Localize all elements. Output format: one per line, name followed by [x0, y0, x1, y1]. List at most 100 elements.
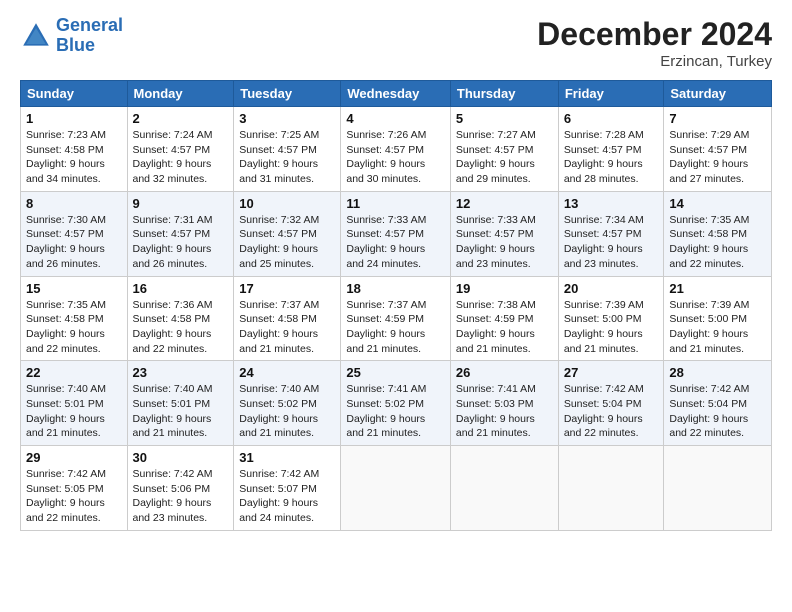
- day-cell: 5Sunrise: 7:27 AMSunset: 4:57 PMDaylight…: [450, 107, 558, 192]
- day-info: Sunrise: 7:42 AMSunset: 5:06 PMDaylight:…: [133, 467, 229, 526]
- day-info: Sunrise: 7:37 AMSunset: 4:58 PMDaylight:…: [239, 298, 335, 357]
- day-info: Sunrise: 7:26 AMSunset: 4:57 PMDaylight:…: [346, 128, 445, 187]
- day-info: Sunrise: 7:23 AMSunset: 4:58 PMDaylight:…: [26, 128, 122, 187]
- day-cell: 2 Sunrise: 7:24 AMSunset: 4:57 PMDaylight…: [127, 107, 234, 192]
- day-cell: 30Sunrise: 7:42 AMSunset: 5:06 PMDayligh…: [127, 446, 234, 531]
- month-title: December 2024: [537, 16, 772, 53]
- day-cell: 19 Sunrise: 7:38 AMSunset: 4:59 PMDayligh…: [450, 276, 558, 361]
- day-number: 9: [133, 196, 229, 211]
- day-cell: 31Sunrise: 7:42 AMSunset: 5:07 PMDayligh…: [234, 446, 341, 531]
- day-cell: 23Sunrise: 7:40 AMSunset: 5:01 PMDayligh…: [127, 361, 234, 446]
- day-cell: 4 Sunrise: 7:26 AMSunset: 4:57 PMDaylight…: [341, 107, 451, 192]
- day-info: Sunrise: 7:33 AMSunset: 4:57 PMDaylight:…: [346, 213, 445, 272]
- day-cell: 11 Sunrise: 7:33 AMSunset: 4:57 PMDayligh…: [341, 191, 451, 276]
- col-header-thursday: Thursday: [450, 81, 558, 107]
- day-cell: 20Sunrise: 7:39 AMSunset: 5:00 PMDayligh…: [558, 276, 664, 361]
- day-cell: 7Sunrise: 7:29 AMSunset: 4:57 PMDaylight…: [664, 107, 772, 192]
- day-cell: 26 Sunrise: 7:41 AMSunset: 5:03 PMDayligh…: [450, 361, 558, 446]
- day-info: Sunrise: 7:36 AMSunset: 4:58 PMDaylight:…: [133, 298, 229, 357]
- day-info: Sunrise: 7:41 AMSunset: 5:03 PMDaylight:…: [456, 382, 553, 441]
- day-number: 31: [239, 450, 335, 465]
- day-number: 2: [133, 111, 229, 126]
- day-number: 7: [669, 111, 766, 126]
- day-number: 19: [456, 281, 553, 296]
- logo-icon: [20, 20, 52, 52]
- col-header-monday: Monday: [127, 81, 234, 107]
- day-cell: 9 Sunrise: 7:31 AMSunset: 4:57 PMDaylight…: [127, 191, 234, 276]
- day-number: 4: [346, 111, 445, 126]
- day-cell: 21 Sunrise: 7:39 AMSunset: 5:00 PMDayligh…: [664, 276, 772, 361]
- week-row-2: 8Sunrise: 7:30 AMSunset: 4:57 PMDaylight…: [21, 191, 772, 276]
- day-info: Sunrise: 7:35 AMSunset: 4:58 PMDaylight:…: [26, 298, 122, 357]
- day-cell: 18 Sunrise: 7:37 AMSunset: 4:59 PMDayligh…: [341, 276, 451, 361]
- day-number: 26: [456, 365, 553, 380]
- day-cell: 6 Sunrise: 7:28 AMSunset: 4:57 PMDaylight…: [558, 107, 664, 192]
- day-number: 5: [456, 111, 553, 126]
- day-info: Sunrise: 7:40 AMSunset: 5:01 PMDaylight:…: [133, 382, 229, 441]
- day-number: 11: [346, 196, 445, 211]
- week-row-4: 22Sunrise: 7:40 AMSunset: 5:01 PMDayligh…: [21, 361, 772, 446]
- day-info: Sunrise: 7:33 AMSunset: 4:57 PMDaylight:…: [456, 213, 553, 272]
- day-info: Sunrise: 7:38 AMSunset: 4:59 PMDaylight:…: [456, 298, 553, 357]
- day-cell: 13 Sunrise: 7:34 AMSunset: 4:57 PMDayligh…: [558, 191, 664, 276]
- day-number: 18: [346, 281, 445, 296]
- day-cell: [558, 446, 664, 531]
- col-header-friday: Friday: [558, 81, 664, 107]
- day-number: 21: [669, 281, 766, 296]
- col-header-tuesday: Tuesday: [234, 81, 341, 107]
- day-number: 24: [239, 365, 335, 380]
- logo: General Blue: [20, 16, 123, 56]
- day-info: Sunrise: 7:25 AMSunset: 4:57 PMDaylight:…: [239, 128, 335, 187]
- day-info: Sunrise: 7:42 AMSunset: 5:05 PMDaylight:…: [26, 467, 122, 526]
- day-number: 14: [669, 196, 766, 211]
- day-cell: 14 Sunrise: 7:35 AMSunset: 4:58 PMDayligh…: [664, 191, 772, 276]
- day-cell: 17 Sunrise: 7:37 AMSunset: 4:58 PMDayligh…: [234, 276, 341, 361]
- day-info: Sunrise: 7:40 AMSunset: 5:02 PMDaylight:…: [239, 382, 335, 441]
- day-number: 20: [564, 281, 659, 296]
- day-cell: 12 Sunrise: 7:33 AMSunset: 4:57 PMDayligh…: [450, 191, 558, 276]
- day-number: 12: [456, 196, 553, 211]
- day-number: 29: [26, 450, 122, 465]
- day-cell: [341, 446, 451, 531]
- day-info: Sunrise: 7:39 AMSunset: 5:00 PMDaylight:…: [669, 298, 766, 357]
- day-cell: 15 Sunrise: 7:35 AMSunset: 4:58 PMDayligh…: [21, 276, 128, 361]
- day-info: Sunrise: 7:37 AMSunset: 4:59 PMDaylight:…: [346, 298, 445, 357]
- day-info: Sunrise: 7:34 AMSunset: 4:57 PMDaylight:…: [564, 213, 659, 272]
- day-number: 13: [564, 196, 659, 211]
- week-row-3: 15 Sunrise: 7:35 AMSunset: 4:58 PMDayligh…: [21, 276, 772, 361]
- day-info: Sunrise: 7:31 AMSunset: 4:57 PMDaylight:…: [133, 213, 229, 272]
- day-number: 10: [239, 196, 335, 211]
- day-info: Sunrise: 7:24 AMSunset: 4:57 PMDaylight:…: [133, 128, 229, 187]
- day-info: Sunrise: 7:28 AMSunset: 4:57 PMDaylight:…: [564, 128, 659, 187]
- calendar-header-row: SundayMondayTuesdayWednesdayThursdayFrid…: [21, 81, 772, 107]
- logo-line2: Blue: [56, 35, 95, 55]
- day-cell: 22Sunrise: 7:40 AMSunset: 5:01 PMDayligh…: [21, 361, 128, 446]
- title-area: December 2024 Erzincan, Turkey: [537, 16, 772, 70]
- day-info: Sunrise: 7:35 AMSunset: 4:58 PMDaylight:…: [669, 213, 766, 272]
- calendar-table: SundayMondayTuesdayWednesdayThursdayFrid…: [20, 80, 772, 531]
- day-cell: 25Sunrise: 7:41 AMSunset: 5:02 PMDayligh…: [341, 361, 451, 446]
- day-number: 25: [346, 365, 445, 380]
- day-cell: 24 Sunrise: 7:40 AMSunset: 5:02 PMDayligh…: [234, 361, 341, 446]
- day-cell: 1Sunrise: 7:23 AMSunset: 4:58 PMDaylight…: [21, 107, 128, 192]
- day-cell: 8Sunrise: 7:30 AMSunset: 4:57 PMDaylight…: [21, 191, 128, 276]
- day-cell: 29 Sunrise: 7:42 AMSunset: 5:05 PMDayligh…: [21, 446, 128, 531]
- day-number: 27: [564, 365, 659, 380]
- day-cell: 10 Sunrise: 7:32 AMSunset: 4:57 PMDayligh…: [234, 191, 341, 276]
- week-row-1: 1Sunrise: 7:23 AMSunset: 4:58 PMDaylight…: [21, 107, 772, 192]
- page: General Blue December 2024 Erzincan, Tur…: [0, 0, 792, 612]
- col-header-saturday: Saturday: [664, 81, 772, 107]
- day-cell: [450, 446, 558, 531]
- day-number: 15: [26, 281, 122, 296]
- day-cell: 28Sunrise: 7:42 AMSunset: 5:04 PMDayligh…: [664, 361, 772, 446]
- day-info: Sunrise: 7:42 AMSunset: 5:04 PMDaylight:…: [669, 382, 766, 441]
- day-number: 3: [239, 111, 335, 126]
- day-cell: 3 Sunrise: 7:25 AMSunset: 4:57 PMDaylight…: [234, 107, 341, 192]
- logo-text: General Blue: [56, 16, 123, 56]
- day-info: Sunrise: 7:32 AMSunset: 4:57 PMDaylight:…: [239, 213, 335, 272]
- week-row-5: 29 Sunrise: 7:42 AMSunset: 5:05 PMDayligh…: [21, 446, 772, 531]
- day-number: 17: [239, 281, 335, 296]
- day-number: 6: [564, 111, 659, 126]
- col-header-sunday: Sunday: [21, 81, 128, 107]
- day-info: Sunrise: 7:40 AMSunset: 5:01 PMDaylight:…: [26, 382, 122, 441]
